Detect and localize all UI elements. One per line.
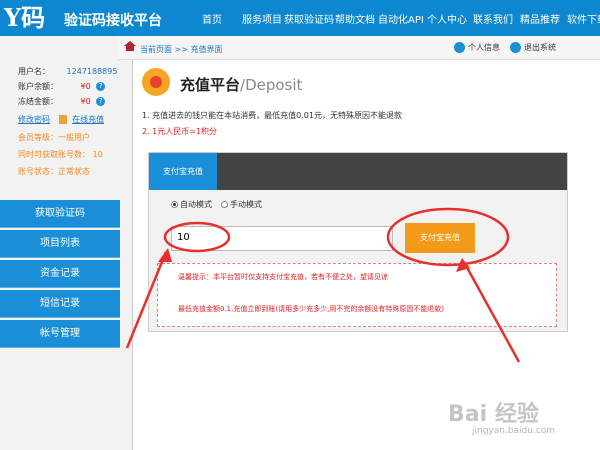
menu-project-list[interactable]: 项目列表 (0, 230, 120, 258)
radio-manual-label: 手动模式 (230, 200, 262, 209)
sidebar: 用户名： 1247188895 账户余额： ¥0 ? 冻结金额： ¥0 ? 修改… (0, 36, 133, 450)
balance-label: 账户余额： (18, 82, 58, 91)
menu-get-code[interactable]: 获取验证码 (0, 200, 120, 228)
tab-alipay-recharge[interactable]: 支付宝充值 (149, 153, 217, 190)
nav-contact[interactable]: 联系我们 (473, 11, 513, 26)
account-links: 修改密码 在线充值 (18, 114, 104, 125)
radio-selected-icon (171, 201, 178, 208)
watermark-brand: Bai 经验 (448, 402, 539, 427)
nav-recommend[interactable]: 精品推荐 (520, 11, 560, 26)
menu-sms-records[interactable]: 短信记录 (0, 290, 120, 318)
payment-panel: 支付宝充值 自动模式 手动模式 10 支付宝充值 温馨提示：本平台暂时仅支持支付… (148, 152, 568, 332)
payment-tab-bar: 支付宝充值 (149, 153, 567, 190)
logout-label: 退出系统 (524, 43, 556, 52)
frozen-help-icon[interactable]: ? (96, 97, 106, 106)
nav-download[interactable]: 软件下载 (567, 11, 600, 26)
watermark: Bai 经验 jingyan.baidu.com (448, 394, 588, 442)
change-password-link[interactable]: 修改密码 (18, 115, 50, 124)
nav-home[interactable]: 首页 (202, 11, 222, 26)
balance-help-icon[interactable]: ? (96, 82, 106, 91)
nav-get-code[interactable]: 获取验证码 (284, 11, 334, 26)
menu-account-management[interactable]: 帐号管理 (0, 320, 120, 348)
breadcrumb-bar: 当前页面 >> 充值界面 个人信息 退出系统 (118, 36, 600, 60)
site-logo[interactable]: Y码 验证码接收平台 (4, 3, 184, 33)
max-numbers: 同时可获取账号数： 10 (18, 150, 103, 159)
top-navigation-bar: Y码 验证码接收平台 首页 服务项目 获取验证码 帮助文档 自动化API 个人中… (0, 0, 600, 36)
nav-help-docs[interactable]: 帮助文档 (335, 11, 375, 26)
account-status: 账号状态：正常状态 (18, 167, 90, 176)
personal-info-link[interactable]: 个人信息 (454, 42, 500, 53)
breadcrumb: 当前页面 >> 充值界面 (140, 45, 223, 54)
frozen-label: 冻结金额： (18, 97, 58, 106)
balance-row: 账户余额： ¥0 ? (18, 81, 106, 92)
frozen-row: 冻结金额： ¥0 ? (18, 96, 106, 107)
member-level: 会员等级：一般用户 (18, 133, 90, 142)
tips-box: 温馨提示：本平台暂时仅支持支付宝充值，若有不便之处，望请见谅 最低充值金额0.1… (157, 263, 557, 327)
username-value: 1247188895 (66, 67, 118, 76)
page-title-cn: 充值平台 (180, 76, 241, 94)
radio-auto-label: 自动模式 (180, 200, 212, 209)
online-recharge-link[interactable]: 在线充值 (72, 115, 104, 124)
logo-subtitle: 验证码接收平台 (64, 13, 162, 29)
personal-info-label: 个人信息 (468, 43, 500, 52)
wallet-icon (58, 115, 67, 124)
user-icon (454, 42, 465, 53)
page-title: 充值平台/Deposit (180, 74, 302, 95)
page-title-en: /Deposit (240, 76, 303, 94)
username-row: 用户名： 1247188895 (18, 66, 117, 77)
deposit-note-2: 2. 1元人民币=1积分 (142, 127, 218, 136)
menu-fund-records[interactable]: 资金记录 (0, 260, 120, 288)
deposit-note-1: 1. 充值进去的钱只能在本站消费，最低充值0.01元，无特殊原因不能退款 (142, 111, 402, 120)
logout-icon (510, 42, 521, 53)
radio-unselected-icon (221, 201, 228, 208)
watermark-url: jingyan.baidu.com (472, 426, 556, 436)
balance-value: ¥0 (80, 82, 91, 91)
logo-mark: Y码 (4, 3, 46, 32)
radio-auto-mode[interactable]: 自动模式 (171, 199, 212, 210)
nav-user-center[interactable]: 个人中心 (427, 11, 467, 26)
radio-manual-mode[interactable]: 手动模式 (221, 199, 262, 210)
username-label: 用户名： (18, 67, 50, 76)
home-icon[interactable] (124, 41, 136, 51)
logout-link[interactable]: 退出系统 (510, 42, 556, 53)
alipay-recharge-button[interactable]: 支付宝充值 (405, 223, 475, 253)
frozen-value: ¥0 (80, 97, 91, 106)
amount-input[interactable]: 10 (171, 226, 393, 251)
tip-line-2: 最低充值金额0.1,充值立即到账(请用多少充多少,用不完的余额没有特殊原因不能退… (178, 305, 445, 313)
nav-api[interactable]: 自动化API (378, 11, 424, 26)
deposit-coin-icon (142, 68, 170, 96)
tip-line-1: 温馨提示：本平台暂时仅支持支付宝充值，若有不便之处，望请见谅 (178, 273, 388, 281)
nav-services[interactable]: 服务项目 (242, 11, 282, 26)
